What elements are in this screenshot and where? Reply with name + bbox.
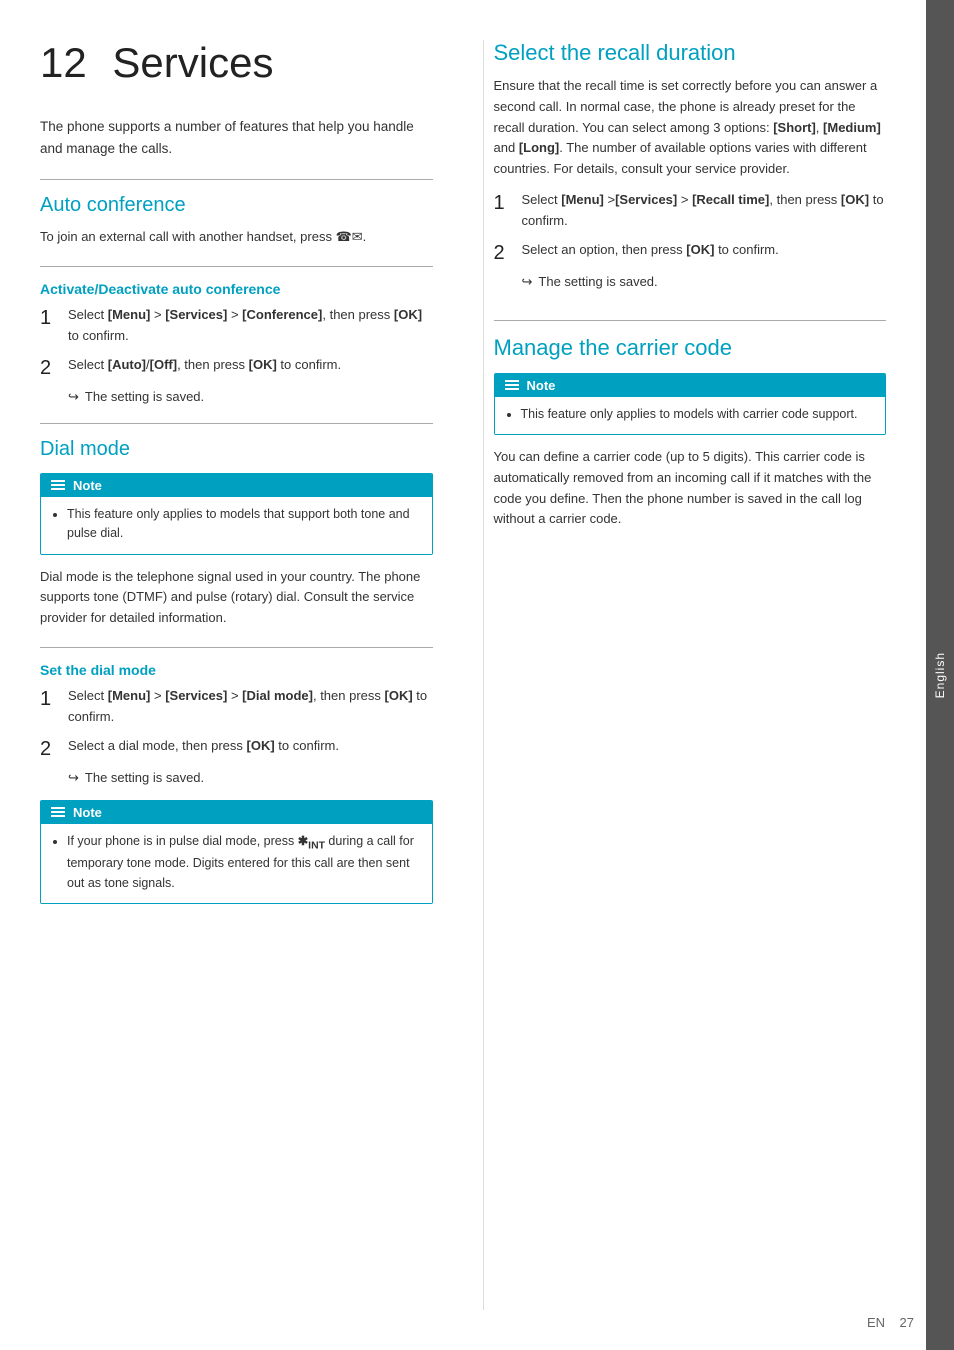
page-container: 12 Services The phone supports a number … — [0, 0, 954, 1350]
note-item-2: If your phone is in pulse dial mode, pre… — [67, 832, 420, 893]
result-dial: ↪ The setting is saved. — [68, 770, 433, 786]
note-item-1: This feature only applies to models that… — [67, 505, 420, 544]
side-tab-label: English — [933, 652, 947, 698]
auto-conference-title: Auto conference — [40, 194, 433, 217]
step-1-auto-conf: 1 Select [Menu] > [Services] > [Conferen… — [40, 305, 433, 347]
result-recall: ↪ The setting is saved. — [522, 274, 887, 290]
chapter-number: 12 — [40, 39, 87, 86]
step-text-dial-1: Select [Menu] > [Services] > [Dial mode]… — [68, 686, 433, 728]
carrier-note-box: Note This feature only applies to models… — [494, 373, 887, 435]
note-header-carrier: Note — [495, 374, 886, 397]
divider-3 — [40, 423, 433, 424]
divider-2 — [40, 266, 433, 267]
step-text-1: Select [Menu] > [Services] > [Conference… — [68, 305, 433, 347]
note-label-carrier: Note — [527, 378, 556, 393]
note-icon-carrier — [505, 380, 519, 390]
divider-carrier — [494, 320, 887, 321]
set-dial-mode-title: Set the dial mode — [40, 662, 433, 678]
step-number-recall-2: 2 — [494, 240, 512, 266]
note-header-2: Note — [41, 801, 432, 824]
recall-duration-body: Ensure that the recall time is set corre… — [494, 76, 887, 180]
note-icon-1 — [51, 480, 65, 490]
step-number-dial-1: 1 — [40, 686, 58, 728]
left-column: 12 Services The phone supports a number … — [40, 40, 453, 1310]
dial-mode-body: Dial mode is the telephone signal used i… — [40, 567, 433, 629]
main-content: 12 Services The phone supports a number … — [0, 0, 926, 1350]
note-item-carrier: This feature only applies to models with… — [521, 405, 874, 424]
step-2-auto-conf: 2 Select [Auto]/[Off], then press [OK] t… — [40, 355, 433, 381]
note-body-1: This feature only applies to models that… — [41, 497, 432, 554]
step-1-dial: 1 Select [Menu] > [Services] > [Dial mod… — [40, 686, 433, 728]
step-number-2: 2 — [40, 355, 58, 381]
step-text-recall-1: Select [Menu] >[Services] > [Recall time… — [522, 190, 887, 232]
arrow-icon-recall: ↪ — [522, 274, 533, 290]
result-auto-conf: ↪ The setting is saved. — [68, 389, 433, 405]
footer-page: 27 — [900, 1315, 914, 1330]
right-column: Select the recall duration Ensure that t… — [483, 40, 887, 1310]
divider-set-dial — [40, 647, 433, 648]
chapter-intro: The phone supports a number of features … — [40, 116, 433, 159]
page-footer: EN 27 — [867, 1315, 914, 1330]
press-button-icon: ☎✉ — [336, 227, 363, 248]
carrier-code-title: Manage the carrier code — [494, 335, 887, 361]
note-label-1: Note — [73, 478, 102, 493]
arrow-icon: ↪ — [68, 389, 79, 405]
auto-conference-intro: To join an external call with another ha… — [40, 227, 433, 248]
chapter-title-text: Services — [112, 39, 273, 86]
step-2-dial: 2 Select a dial mode, then press [OK] to… — [40, 736, 433, 762]
footer-lang: EN — [867, 1315, 885, 1330]
arrow-icon-dial: ↪ — [68, 770, 79, 786]
note-label-2: Note — [73, 805, 102, 820]
recall-duration-title: Select the recall duration — [494, 40, 887, 66]
step-number-dial-2: 2 — [40, 736, 58, 762]
step-number-1: 1 — [40, 305, 58, 347]
note-header-1: Note — [41, 474, 432, 497]
note-body-carrier: This feature only applies to models with… — [495, 397, 886, 434]
activate-deactivate-title: Activate/Deactivate auto conference — [40, 281, 433, 297]
step-text-recall-2: Select an option, then press [OK] to con… — [522, 240, 887, 266]
chapter-title: 12 Services — [40, 40, 433, 86]
step-text-dial-2: Select a dial mode, then press [OK] to c… — [68, 736, 433, 762]
step-2-recall: 2 Select an option, then press [OK] to c… — [494, 240, 887, 266]
step-1-recall: 1 Select [Menu] >[Services] > [Recall ti… — [494, 190, 887, 232]
carrier-code-body: You can define a carrier code (up to 5 d… — [494, 447, 887, 530]
note-body-2: If your phone is in pulse dial mode, pre… — [41, 824, 432, 903]
step-number-recall-1: 1 — [494, 190, 512, 232]
dial-mode-title: Dial mode — [40, 438, 433, 461]
dial-mode-note-box-2: Note If your phone is in pulse dial mode… — [40, 800, 433, 904]
dial-mode-note-box: Note This feature only applies to models… — [40, 473, 433, 555]
step-text-2: Select [Auto]/[Off], then press [OK] to … — [68, 355, 433, 381]
note-icon-2 — [51, 807, 65, 817]
side-tab: English — [926, 0, 954, 1350]
divider-1 — [40, 179, 433, 180]
